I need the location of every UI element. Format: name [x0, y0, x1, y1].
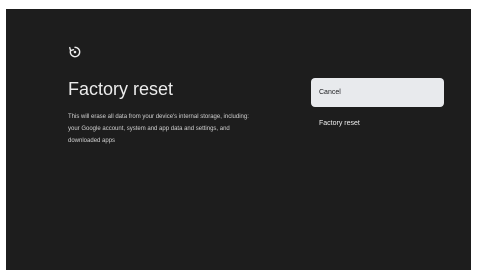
info-pane: Factory reset This will erase all data f… [68, 45, 268, 147]
reset-icon [69, 46, 81, 58]
cancel-button[interactable]: Cancel [311, 78, 444, 107]
page-description: This will erase all data from your devic… [68, 114, 249, 144]
factory-reset-screen: Factory reset This will erase all data f… [6, 9, 471, 270]
page-title: Factory reset [68, 79, 174, 99]
factory-reset-button-label: Factory reset [319, 120, 360, 127]
factory-reset-button[interactable]: Factory reset [311, 109, 444, 138]
options-list: Cancel Factory reset [311, 78, 444, 138]
cancel-button-label: Cancel [319, 89, 341, 96]
